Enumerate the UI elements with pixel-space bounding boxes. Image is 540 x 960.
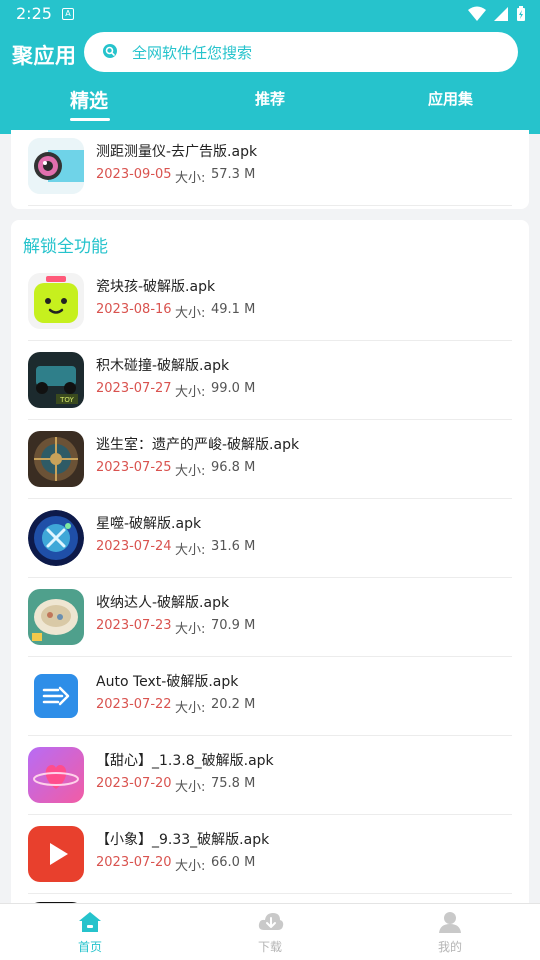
status-time: 2:25 (16, 4, 52, 23)
top-header: 2:25 A 聚应用 全网软件任您搜索 精选 推荐 应用集 (0, 0, 540, 134)
app-date: 2023-09-05 (96, 167, 172, 182)
unlock-section-card: 解锁全功能 瓷块孩-破解版.apk 2023-08-16 大小: 49.1 M (11, 220, 529, 920)
list-item[interactable]: 【小象】_9.33_破解版.apk 2023-07-20 大小: 66.0 M (11, 815, 529, 894)
wifi-icon (467, 6, 486, 21)
arrow-lines-icon (28, 668, 84, 724)
app-size: 75.8 M (211, 776, 256, 791)
battery-icon (517, 6, 525, 21)
app-size-label: 大小: (175, 859, 206, 874)
app-date: 2023-07-24 (96, 539, 172, 554)
app-date: 2023-07-20 (96, 855, 172, 870)
app-date: 2023-07-23 (96, 618, 172, 633)
app-size: 49.1 M (211, 302, 256, 317)
play-button-icon (28, 826, 84, 882)
app-name: 逃生室：遗产的严峻-破解版.apk (96, 437, 300, 453)
app-size-label: 大小: (175, 306, 206, 321)
app-name: 【甜心】_1.3.8_破解版.apk (96, 753, 274, 769)
app-date: 2023-07-25 (96, 460, 172, 475)
vault-door-icon (28, 431, 84, 487)
user-icon (439, 912, 461, 933)
list-item[interactable]: TOY 积木碰撞-破解版.apk 2023-07-27 大小: 99.0 M (11, 341, 529, 420)
nav-download[interactable]: 下载 (225, 904, 315, 960)
app-size-label: 大小: (175, 622, 206, 637)
app-date: 2023-08-16 (96, 302, 172, 317)
nav-profile[interactable]: 我的 (405, 904, 495, 960)
list-item[interactable]: 星噬-破解版.apk 2023-07-24 大小: 31.6 M (11, 499, 529, 578)
list-item[interactable]: 逃生室：遗产的严峻-破解版.apk 2023-07-25 大小: 96.8 M (11, 420, 529, 499)
app-name: 【小象】_9.33_破解版.apk (96, 832, 270, 848)
app-size: 99.0 M (211, 381, 256, 396)
app-date: 2023-07-22 (96, 697, 172, 712)
nav-profile-label: 我的 (437, 940, 462, 954)
nav-download-label: 下载 (257, 940, 282, 954)
app-size: 20.2 M (211, 697, 256, 712)
app-date: 2023-07-20 (96, 776, 172, 791)
app-size-label: 大小: (175, 385, 206, 400)
tab-active-indicator (70, 118, 110, 121)
nav-home-label: 首页 (77, 940, 102, 954)
app-name: 瓷块孩-破解版.apk (96, 279, 216, 295)
row-divider (28, 205, 512, 206)
list-item[interactable]: 测距测量仪-去广告版.apk 2023-09-05 大小: 57.3 M (11, 127, 529, 206)
tab-featured[interactable]: 精选 (70, 86, 108, 113)
notification-a-icon: A (62, 8, 74, 20)
svg-text:TOY: TOY (59, 396, 74, 404)
toy-car-icon: TOY (28, 352, 84, 408)
status-icons (466, 6, 526, 22)
app-name: 测距测量仪-去广告版.apk (96, 144, 258, 160)
app-name: 积木碰撞-破解版.apk (96, 358, 230, 374)
smiley-block-icon (28, 273, 84, 329)
app-name: 收纳达人-破解版.apk (96, 595, 230, 611)
app-date: 2023-07-27 (96, 381, 172, 396)
tab-app-collections[interactable]: 应用集 (428, 88, 473, 109)
app-size-label: 大小: (175, 171, 206, 186)
app-name: 星噬-破解版.apk (96, 516, 202, 532)
list-item[interactable]: 瓷块孩-破解版.apk 2023-08-16 大小: 49.1 M (11, 262, 529, 341)
app-size: 66.0 M (211, 855, 256, 870)
app-size: 57.3 M (211, 167, 256, 182)
app-title: 聚应用 (12, 44, 77, 68)
tab-recommended[interactable]: 推荐 (255, 88, 285, 109)
search-placeholder[interactable]: 全网软件任您搜索 (132, 42, 252, 63)
app-size: 96.8 M (211, 460, 256, 475)
cloud-download-icon (258, 913, 284, 930)
app-size-label: 大小: (175, 464, 206, 479)
heart-planet-icon (28, 747, 84, 803)
bottom-nav: 首页 下载 我的 (0, 903, 540, 960)
status-bar: 2:25 A (0, 0, 540, 30)
previous-section-card: 测距测量仪-去广告版.apk 2023-09-05 大小: 57.3 M (11, 130, 529, 209)
app-size-label: 大小: (175, 543, 206, 558)
section-title: 解锁全功能 (23, 237, 108, 257)
row-divider (28, 893, 512, 894)
search-bar[interactable]: 全网软件任您搜索 (84, 32, 518, 72)
storage-plate-icon (28, 589, 84, 645)
nav-home[interactable]: 首页 (45, 904, 135, 960)
list-item[interactable]: Auto Text-破解版.apk 2023-07-22 大小: 20.2 M (11, 657, 529, 736)
home-icon (79, 912, 101, 932)
list-item[interactable]: 【甜心】_1.3.8_破解版.apk 2023-07-20 大小: 75.8 M (11, 736, 529, 815)
camera-ruler-icon (28, 138, 84, 194)
signal-icon (493, 7, 508, 21)
app-size-label: 大小: (175, 701, 206, 716)
search-icon (103, 44, 117, 58)
galaxy-orb-icon (28, 510, 84, 566)
app-size: 70.9 M (211, 618, 256, 633)
app-name: Auto Text-破解版.apk (96, 674, 239, 690)
app-size: 31.6 M (211, 539, 256, 554)
list-item[interactable]: 收纳达人-破解版.apk 2023-07-23 大小: 70.9 M (11, 578, 529, 657)
app-size-label: 大小: (175, 780, 206, 795)
